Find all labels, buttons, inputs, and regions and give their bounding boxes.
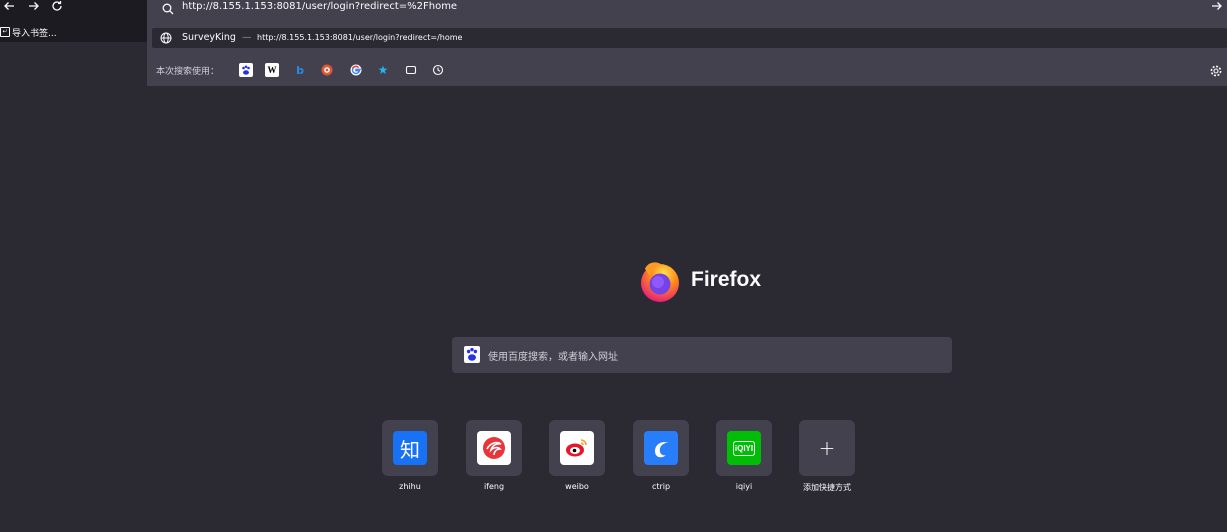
shortcut-label: iqiyi bbox=[735, 482, 753, 491]
duckduckgo-icon[interactable] bbox=[320, 63, 334, 77]
ctrip-icon bbox=[644, 431, 678, 465]
urlbar-input[interactable]: http://8.155.1.153:8081/user/login?redir… bbox=[182, 1, 457, 12]
baidu-icon[interactable] bbox=[239, 63, 253, 77]
shortcut-ctrip[interactable]: ctrip bbox=[633, 420, 689, 495]
suggestion-title: SurveyKing bbox=[182, 32, 236, 43]
back-button[interactable] bbox=[0, 0, 18, 16]
shortcut-weibo[interactable]: weibo bbox=[549, 420, 605, 495]
shortcut-zhihu[interactable]: 知 zhihu bbox=[382, 420, 438, 495]
wikipedia-icon[interactable]: W bbox=[265, 63, 279, 77]
firefox-logo-icon bbox=[641, 262, 679, 302]
zhihu-icon: 知 bbox=[393, 431, 427, 465]
urlbar-dropdown: http://8.155.1.153:8081/user/login?redir… bbox=[147, 0, 1227, 86]
suggestion-separator: — bbox=[242, 32, 252, 43]
ifeng-icon bbox=[477, 431, 511, 465]
globe-icon bbox=[160, 32, 172, 44]
shortcut-ifeng[interactable]: ifeng bbox=[466, 420, 522, 495]
search-settings-button[interactable] bbox=[1209, 63, 1223, 77]
plus-icon: + bbox=[810, 431, 844, 465]
forward-button[interactable] bbox=[25, 0, 43, 16]
suggestion-row[interactable]: SurveyKing — http://8.155.1.153:8081/use… bbox=[152, 28, 1227, 48]
search-icon bbox=[162, 3, 174, 15]
arrow-left-icon bbox=[4, 2, 14, 10]
shortcut-label: ifeng bbox=[483, 482, 505, 491]
zhihu-glyph: 知 bbox=[400, 437, 420, 462]
arrow-right-icon bbox=[29, 2, 39, 10]
suggestion-url: http://8.155.1.153:8081/user/login?redir… bbox=[257, 33, 463, 42]
weibo-icon bbox=[560, 431, 594, 465]
shortcut-label: weibo bbox=[565, 482, 589, 491]
engines-label: 本次搜索使用： bbox=[156, 67, 220, 77]
arrow-right-icon bbox=[1212, 2, 1222, 10]
plus-glyph: + bbox=[818, 436, 836, 460]
shortcut-label: ctrip bbox=[651, 482, 671, 491]
baidu-icon bbox=[464, 346, 480, 363]
shortcut-label: zhihu bbox=[399, 482, 421, 491]
bookmarks-star-icon[interactable]: ★ bbox=[376, 63, 390, 77]
add-shortcut-button[interactable]: + 添加快捷方式 bbox=[799, 420, 855, 495]
google-icon[interactable] bbox=[349, 63, 363, 77]
gear-icon bbox=[1210, 65, 1222, 77]
go-button[interactable] bbox=[1211, 0, 1223, 15]
history-icon[interactable] bbox=[431, 63, 445, 77]
search-engines-row: 本次搜索使用： W b ★ bbox=[147, 60, 1227, 80]
reload-button[interactable] bbox=[48, 0, 66, 16]
shortcut-iqiyi[interactable]: iQIYI iqiyi bbox=[716, 420, 772, 495]
shortcut-label: 添加快捷方式 bbox=[803, 483, 851, 492]
iqiyi-glyph: iQIYI bbox=[732, 440, 756, 456]
iqiyi-icon: iQIYI bbox=[727, 431, 761, 465]
import-bookmarks-label: 导入书签... bbox=[12, 28, 57, 39]
bing-icon[interactable]: b bbox=[293, 63, 307, 77]
search-placeholder: 使用百度搜索，或者输入网址 bbox=[488, 352, 618, 363]
import-bookmarks-item[interactable]: ↵ 导入书签... bbox=[0, 25, 57, 39]
import-icon: ↵ bbox=[0, 27, 10, 37]
firefox-wordmark: Firefox bbox=[691, 268, 762, 291]
reload-icon bbox=[52, 1, 62, 11]
tabs-icon[interactable] bbox=[404, 63, 418, 77]
urlbar[interactable]: http://8.155.1.153:8081/user/login?redir… bbox=[147, 0, 1227, 18]
newtab-search-input[interactable]: 使用百度搜索，或者输入网址 bbox=[452, 337, 952, 373]
